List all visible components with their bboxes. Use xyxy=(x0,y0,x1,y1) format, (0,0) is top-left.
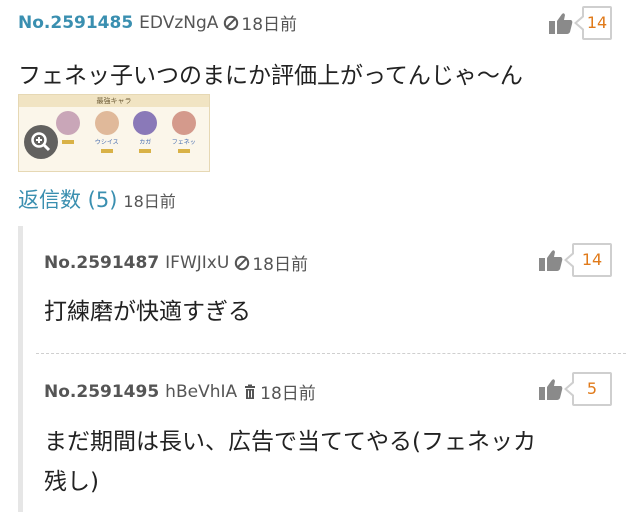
like-count: 14 xyxy=(574,6,612,40)
replies-toggle[interactable]: 返信数 (5) 18日前 xyxy=(18,184,176,214)
character-rank-bar xyxy=(177,149,190,153)
character-rank-bar xyxy=(139,149,152,153)
like-count: 5 xyxy=(564,372,612,406)
reply-text: 打練磨が快適すぎる xyxy=(44,299,251,325)
character-card: カガ xyxy=(131,111,159,153)
post-text: フェネッ子いつのまにか評価上がってんじゃ〜ん xyxy=(18,63,523,89)
thumbs-up-icon[interactable] xyxy=(548,11,574,35)
character-card: ウシイス xyxy=(93,111,121,153)
character-portrait xyxy=(56,111,81,135)
thumbs-up-icon[interactable] xyxy=(538,248,564,272)
ban-icon xyxy=(235,255,250,270)
character-portrait xyxy=(94,111,119,135)
reply-post-number[interactable]: No.2591487 xyxy=(44,253,159,273)
reply-time: 18日前 xyxy=(252,255,308,275)
character-portrait xyxy=(133,111,158,135)
reply-text-line-1: まだ期間は長い、広告で当ててやる(フェネッカ xyxy=(44,429,536,455)
reply-time: 18日前 xyxy=(260,384,316,404)
reply-user-id: IFWJIxU xyxy=(165,252,230,273)
replies-time: 18日前 xyxy=(123,192,176,211)
character-name: ウシイス xyxy=(94,139,119,146)
like-count: 14 xyxy=(564,243,612,277)
zoom-button[interactable] xyxy=(24,125,58,159)
character-portrait xyxy=(171,111,196,135)
trash-icon xyxy=(245,384,256,399)
character-name: フェネッ xyxy=(171,139,196,146)
reply-text-line-2: 残し) xyxy=(44,469,99,495)
thumbnail-header: 最強キャラ xyxy=(19,95,209,107)
post-meta: No.2591485 EDVzNgA 18日前 xyxy=(18,10,298,36)
character-name: カガ xyxy=(139,139,152,146)
like-widget: 14 xyxy=(548,6,612,40)
reply-meta: No.2591487 IFWJIxU 18日前 xyxy=(44,250,308,276)
user-id: EDVzNgA xyxy=(139,12,219,33)
reply-divider xyxy=(36,353,626,354)
post-number[interactable]: No.2591485 xyxy=(18,13,133,33)
reply-meta: No.2591495 hBeVhIA 18日前 xyxy=(44,379,316,405)
character-rank-bar xyxy=(62,140,75,144)
reply-user-id: hBeVhIA xyxy=(165,381,238,402)
character-rank-bar xyxy=(100,149,113,153)
replies-count-link[interactable]: 返信数 (5) xyxy=(18,184,117,214)
character-card: フェネッ xyxy=(170,111,198,153)
thumbs-up-icon[interactable] xyxy=(538,377,564,401)
character-card xyxy=(54,111,82,153)
reply-like-widget: 14 xyxy=(538,243,612,277)
magnifier-plus-icon xyxy=(31,132,51,152)
ban-icon xyxy=(224,15,239,30)
reply-like-widget: 5 xyxy=(538,372,612,406)
reply-thread-border xyxy=(18,226,23,512)
post-time: 18日前 xyxy=(241,15,298,35)
reply-post-number[interactable]: No.2591495 xyxy=(44,382,159,402)
